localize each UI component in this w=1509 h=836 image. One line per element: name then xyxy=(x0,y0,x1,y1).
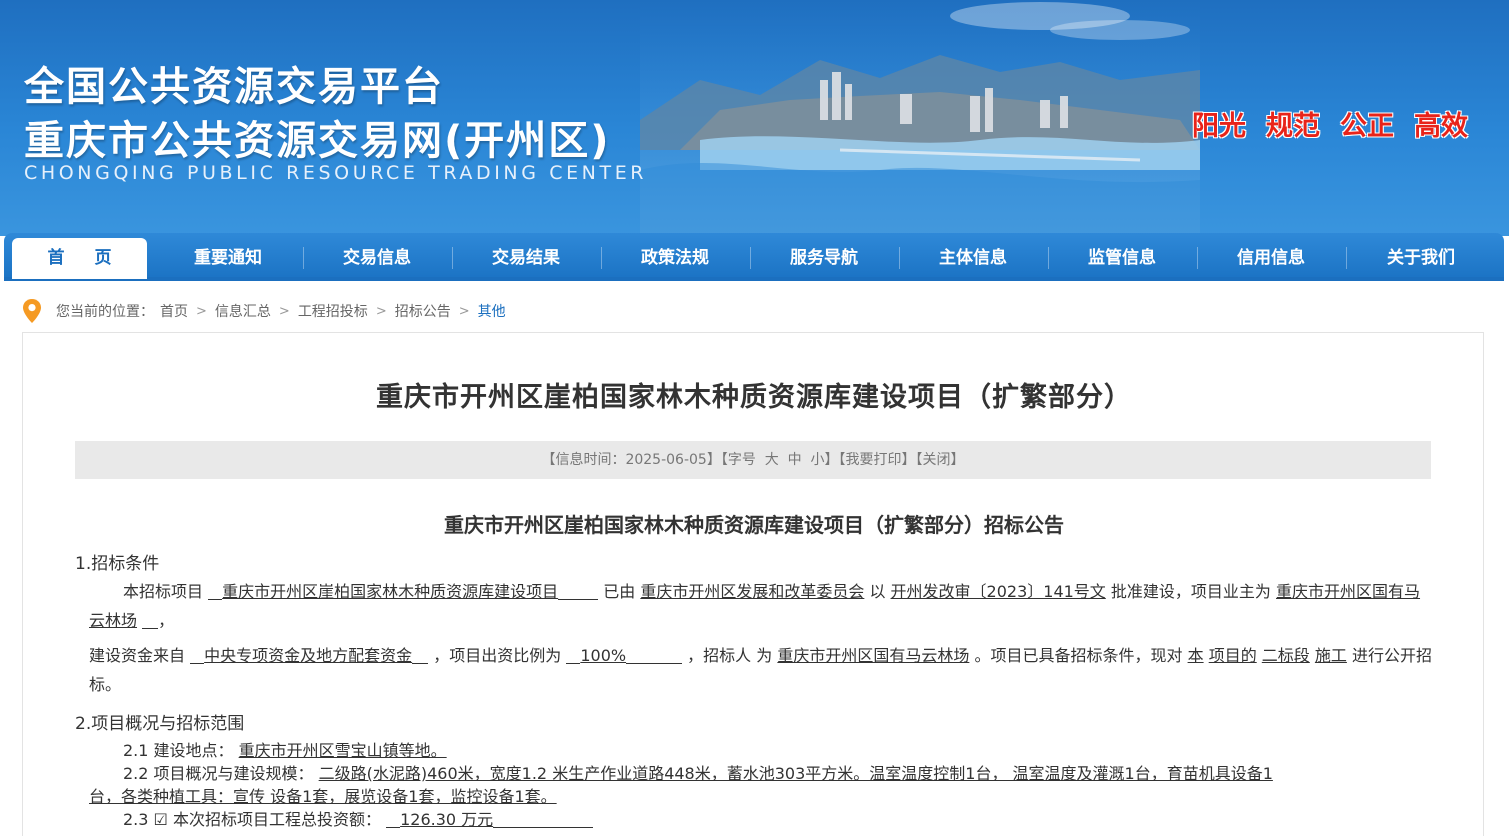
slogan-efficient: 高效 xyxy=(1414,111,1468,142)
slogan-sunshine: 阳光 xyxy=(1192,111,1246,142)
nav-item-about[interactable]: 关于我们 xyxy=(1346,238,1496,279)
chevron-right-icon: > xyxy=(375,303,387,319)
slogan-group: 阳光 规范 公正 高效 xyxy=(1192,104,1468,143)
nav-item-credit[interactable]: 信用信息 xyxy=(1197,238,1345,279)
label: 2.2 项目概况与建设规模： xyxy=(123,764,314,783)
banner-title-line2: 重庆市公共资源交易网(开州区) xyxy=(24,118,611,164)
text: 已由 xyxy=(603,582,636,601)
chevron-right-icon: > xyxy=(196,303,207,319)
label: 2.3 xyxy=(123,810,149,829)
scale-line1: 二级路(水泥路)460米，宽度1.2 米生产作业道路448米，蓄水池303平方米… xyxy=(318,764,1273,783)
breadcrumb-prefix: 您当前的位置： xyxy=(56,304,154,320)
nav-item-trade-info[interactable]: 交易信息 xyxy=(303,238,451,279)
nav-item-service-guide[interactable]: 服务导航 xyxy=(750,238,898,279)
fund-source: 中央专项资金及地方配套资金 xyxy=(204,646,413,665)
text: 以 xyxy=(869,582,886,601)
nav-item-policies[interactable]: 政策法规 xyxy=(601,238,749,279)
section-1-title: 1.招标条件 xyxy=(75,554,160,574)
slogan-fair: 公正 xyxy=(1340,111,1394,142)
slogan-standard: 规范 xyxy=(1266,111,1320,142)
work-type: 施工 xyxy=(1314,646,1347,665)
header-banner: 全国公共资源交易平台 重庆市公共资源交易网(开州区) CHONGQING PUB… xyxy=(0,0,1509,236)
location-pin-icon xyxy=(23,299,41,323)
notice-title: 重庆市开州区崖柏国家林木种质资源库建设项目（扩繁部分）招标公告 xyxy=(444,513,1064,537)
article-title: 重庆市开州区崖柏国家林木种质资源库建设项目（扩繁部分） xyxy=(376,382,1132,413)
investment-value: 126.30 万元 xyxy=(400,810,494,829)
text: 本招标项目 xyxy=(123,582,204,601)
article-info-bar: 【信息时间：2025-06-05】【字号 大 中 小】【我要打印】【关闭】 xyxy=(75,441,1431,479)
nav-item-notices[interactable]: 重要通知 xyxy=(154,238,302,279)
banner-title-line1: 全国公共资源交易平台 xyxy=(24,64,444,110)
breadcrumb-tender-notice[interactable]: 招标公告 xyxy=(395,301,451,321)
nav-item-home[interactable]: 首页 xyxy=(12,238,147,279)
text: 建设资金来自 xyxy=(89,646,186,665)
project-name: 重庆市开州区崖柏国家林木种质资源库建设项目 xyxy=(222,582,559,601)
article-panel: 重庆市开州区崖柏国家林木种质资源库建设项目（扩繁部分） 【信息时间：2025-0… xyxy=(22,332,1484,836)
fund-ratio: 100% xyxy=(580,646,627,665)
close-button[interactable]: 【关闭】 xyxy=(916,452,965,468)
text: ， xyxy=(158,611,175,630)
nav-item-trade-results[interactable]: 交易结果 xyxy=(452,238,600,279)
font-size-small-button[interactable]: 小】 xyxy=(811,452,839,468)
label: 2.1 建设地点： xyxy=(123,741,234,760)
nav-item-entity-info[interactable]: 主体信息 xyxy=(899,238,1047,279)
text: ，项目出资比例为 xyxy=(433,646,562,665)
item-2-1: 2.1 建设地点： 重庆市开州区雪宝山镇等地。 xyxy=(75,739,1435,762)
label: 本次招标项目工程总投资额： xyxy=(172,810,381,829)
print-button[interactable]: 【我要打印】 xyxy=(839,452,916,468)
checkbox-icon: ☑ xyxy=(153,810,168,829)
font-size-medium-button[interactable]: 中 xyxy=(788,452,802,468)
text: ，招标人 为 xyxy=(687,646,773,665)
breadcrumb-other[interactable]: 其他 xyxy=(478,301,506,321)
font-size-label: 【字号 xyxy=(720,452,756,468)
item-2-3: 2.3 ☑ 本次招标项目工程总投资额： 126.30 万元 xyxy=(75,808,1435,831)
text: 批准建设，项目业主为 xyxy=(1110,582,1271,601)
approval-doc: 开州发改审〔2023〕141号文 xyxy=(890,582,1106,601)
font-size-large-button[interactable]: 大 xyxy=(765,452,779,468)
construction-site: 重庆市开州区雪宝山镇等地。 xyxy=(238,741,447,760)
chevron-right-icon: > xyxy=(278,303,290,319)
approver: 重庆市开州区发展和改革委员会 xyxy=(640,582,865,601)
info-time: 【信息时间：2025-06-05】 xyxy=(541,452,721,468)
main-nav: 首页 重要通知 交易信息 交易结果 政策法规 服务导航 主体信息 监管信息 信用… xyxy=(4,233,1504,281)
nav-item-supervision[interactable]: 监管信息 xyxy=(1048,238,1196,279)
bid-section: 二标段 xyxy=(1261,646,1310,665)
breadcrumb-home[interactable]: 首页 xyxy=(160,301,188,321)
city-landscape-image xyxy=(640,0,1200,236)
paragraph-conditions-2: 建设资金来自 中央专项资金及地方配套资金 ，项目出资比例为 100% ，招标人 … xyxy=(75,641,1435,699)
tenderer: 重庆市开州区国有马云林场 xyxy=(777,646,970,665)
scale-line2: 台，各类种植工具：宣传 设备1套，展览设备1套，监控设备1套。 xyxy=(89,787,557,806)
notice-body: 1.招标条件 本招标项目 重庆市开州区崖柏国家林木种质资源库建设项目 已由 重庆… xyxy=(75,553,1435,831)
text: 。项目已具备招标条件，现对 xyxy=(974,646,1183,665)
item-2-2: 2.2 项目概况与建设规模： 二级路(水泥路)460米，宽度1.2 米生产作业道… xyxy=(75,762,1435,808)
breadcrumb: 您当前的位置： 首页 > 信息汇总 > 工程招投标 > 招标公告 > 其他 xyxy=(22,298,512,324)
chevron-right-icon: > xyxy=(458,303,470,319)
this-project: 本 xyxy=(1187,646,1204,665)
banner-subtitle: CHONGQING PUBLIC RESOURCE TRADING CENTER xyxy=(24,162,648,184)
paragraph-conditions-1: 本招标项目 重庆市开州区崖柏国家林木种质资源库建设项目 已由 重庆市开州区发展和… xyxy=(75,577,1435,635)
breadcrumb-engineering-bidding[interactable]: 工程招投标 xyxy=(298,301,368,321)
breadcrumb-info-summary[interactable]: 信息汇总 xyxy=(215,301,271,321)
section-2-title: 2.项目概况与招标范围 xyxy=(75,714,245,734)
project-of: 项目的 xyxy=(1208,646,1257,665)
